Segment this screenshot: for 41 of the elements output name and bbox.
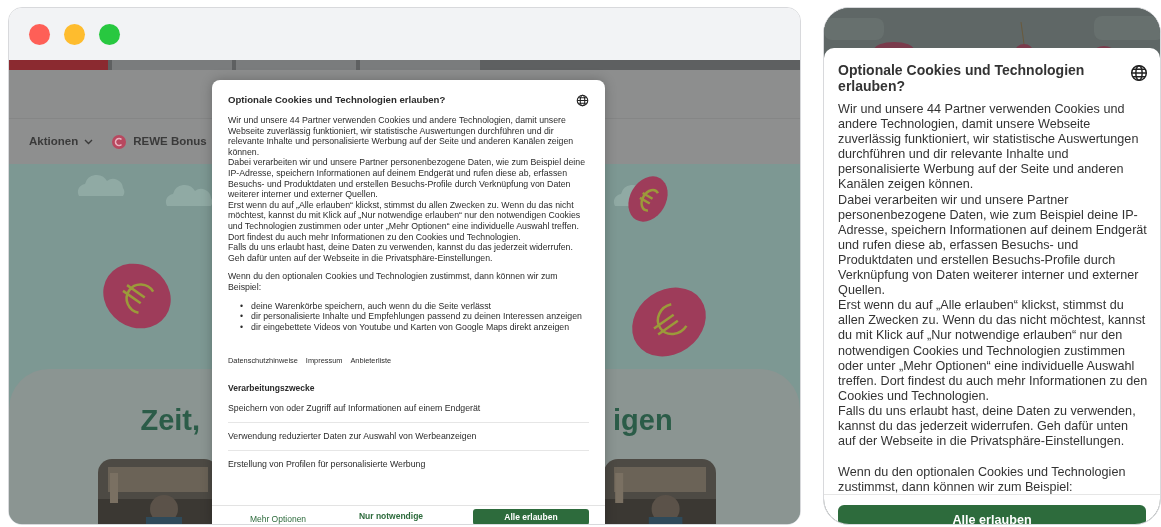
bullet-marker: •: [240, 321, 244, 333]
nav-item[interactable]: Aktionen: [29, 132, 94, 151]
list-item: dir eingebettete Videos von Youtube und Karten von Google Maps direkt anzeigen: [251, 321, 570, 333]
paragraph: Wenn du den optionalen Cookies und Technologien zustimmst, dann können wir zum Beispiel:: [228, 271, 559, 293]
page-tab[interactable]: [9, 60, 108, 70]
nav-item[interactable]: REWE Bonus: [111, 132, 207, 151]
paragraph: Erst wenn du auf „Alle erlauben“ klickst, stimmst du allen Zwecken zu. Wenn du das nicht möchtest, kannst du mit Klick auf „Nur notwendige erlauben“ nur den notwendigen Cookies und Technologien zustimmen oder unter „Mehr Optionen“ eine individuelle Auswahl treffen. Dort findest du auch mehr Informationen zu den Cookies und Technologien.: [228, 199, 582, 243]
purpose-item[interactable]: Verwendung reduzierter Daten zur Auswahl von Werbeanzeigen: [228, 423, 589, 451]
close-button[interactable]: [29, 23, 50, 45]
allow-all-button[interactable]: Alle erlauben: [838, 505, 1146, 524]
page-heading: Zeit,: [140, 403, 201, 438]
paragraph: Falls du uns erlaubt hast, deine Daten zu verwenden, kannst du das jederzeit widerrufen. Geh dafür unten auf der Webseite in die Privatsphäre-Einstellungen.: [228, 242, 574, 264]
paragraph: Erst wenn du auf „Alle erlauben“ klickst, stimmst du allen Zwecken zu. Wenn du das nicht möchtest, kannst du mit Klick auf „Nur notwendige erlauben“ nur den notwendigen Cookies und Technologien zustimmen oder unter „Mehr Optionen“ eine individuelle Auswahl treffen. Dort findest du auch mehr Informationen zu den Cookies und Technologien.: [838, 298, 1148, 404]
language-icon: [576, 94, 589, 107]
allow-all-button[interactable]: Alle erlauben: [473, 509, 589, 524]
page-tab[interactable]: [360, 60, 480, 70]
bonus-icon: [111, 133, 128, 150]
list-item: deine Warenkörbe speichern, auch wenn du die Seite verlässt: [251, 300, 492, 312]
dialog-title: Optionale Cookies und Technologien erlauben?: [838, 62, 1086, 94]
minimize-button[interactable]: [64, 23, 85, 45]
page-tab[interactable]: [112, 60, 232, 70]
dialog-title: Optionale Cookies und Technologien erlauben?: [228, 95, 446, 106]
page-heading: igen: [613, 403, 673, 438]
section-title: Verarbeitungszwecke: [228, 382, 316, 394]
paragraph: Falls du uns erlaubt hast, deine Daten zu verwenden, kannst du das jederzeit widerrufen. Geh dafür unten auf der Webseite in die Privatsphäre-Einstellungen.: [838, 403, 1137, 450]
chevron-down-icon: [84, 138, 94, 145]
language-icon: [1130, 64, 1148, 82]
bullet-marker: •: [240, 300, 244, 312]
paragraph: Dabei verarbeiten wir und unsere Partner personenbezogene Daten, wie zum Beispiel deine IP-Adresse, speichern Informationen auf deinem Endgerät und rufen diese ab, erfassen Besuchs- und Produktdaten und erstellen Besuchs-Profile durch Verknüpfung von Daten weiterer interner und externer Quellen.: [838, 192, 1148, 299]
page-tab[interactable]: [236, 60, 356, 70]
paragraph: Wir und unsere 44 Partner verwenden Cookies und andere Technologien, damit unsere Webseite zuverlässig funktioniert, wir statistische Auswertungen durchführen und dir relevante Inhalte und personalisierte Werbung auf der Seite und anderen Kanälen zeigen können.: [838, 102, 1140, 193]
list-item: dir personalisierte Inhalte und Empfehlungen passend zu deinen Interessen anzeigen: [251, 311, 582, 322]
more-options-link[interactable]: Mehr Optionen: [228, 514, 328, 524]
maximize-button[interactable]: [99, 23, 120, 45]
paragraph: Dabei verarbeiten wir und unsere Partner personenbezogene Daten, wie zum Beispiel deine IP-Adresse, speichern Informationen auf deinem Endgerät und rufen diese ab, erfassen Besuchs- und Produktdaten und erstellen Besuchs-Profile durch Verknüpfung von Daten weiterer interner und externer Quellen.: [228, 157, 587, 200]
bullet-marker: •: [240, 311, 244, 322]
purpose-item[interactable]: Erstellung von Profilen für personalisierte Werbung: [228, 450, 589, 478]
paragraph: Wenn du den optionalen Cookies und Technologien zustimmst, dann können wir zum Beispiel:: [838, 465, 1127, 494]
purpose-item[interactable]: Speichern von oder Zugriff auf Informationen auf einem Endgerät: [228, 395, 589, 424]
paragraph: Wir und unsere 44 Partner verwenden Cookies und andere Technologien, damit unsere Webseite zuverlässig funktioniert, wir statistische Auswertungen durchführen und dir relevante Inhalte und personalisierte Werbung auf der Seite und anderen Kanälen zeigen können.: [228, 115, 575, 158]
necessary-only-button[interactable]: Nur notwendige: [346, 511, 436, 522]
